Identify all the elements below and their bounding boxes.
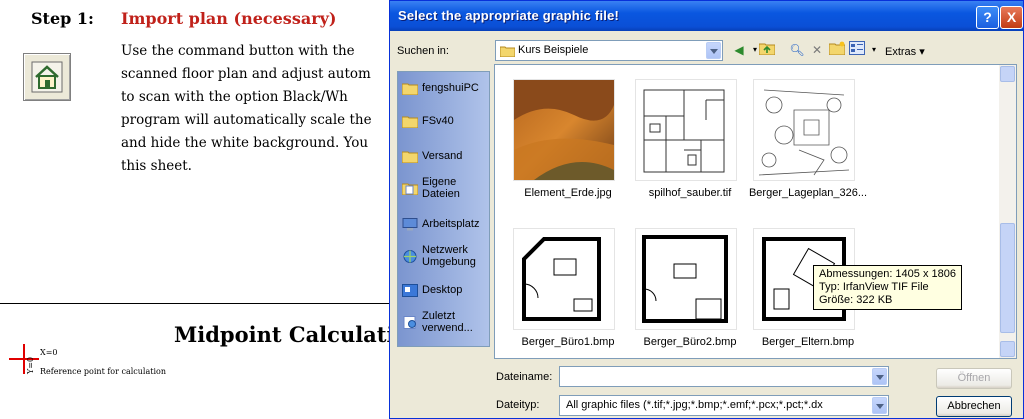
computer-icon [402, 218, 418, 231]
help-button[interactable]: ? [976, 6, 999, 29]
chevron-down-icon[interactable] [706, 42, 721, 59]
desktop-icon [402, 284, 418, 297]
step-body-line: program will automatically scale the [121, 112, 372, 128]
look-in-value: Kurs Beispiele [518, 44, 589, 56]
file-thumbnail [513, 79, 615, 181]
folder-icon [402, 83, 418, 95]
folder-icon [402, 116, 418, 128]
chevron-down-icon[interactable] [872, 397, 887, 414]
folder-icon [500, 46, 515, 57]
step-label: Step 1: [31, 9, 94, 28]
place-label: FSv40 [422, 115, 454, 127]
place-label: Zuletzt verwend... [422, 310, 473, 334]
step-body-line: Use the command button with the [121, 43, 355, 59]
views-dropdown-icon[interactable]: ▾ [865, 41, 883, 59]
file-name: Berger_Lageplan_326... [748, 187, 868, 199]
open-button[interactable]: Öffnen [936, 368, 1012, 389]
network-icon [403, 250, 417, 263]
filename-input[interactable] [559, 366, 889, 387]
import-plan-button[interactable] [23, 53, 71, 101]
filetype-value: All graphic files (*.tif;*.jpg;*.bmp;*.e… [566, 399, 823, 411]
file-name: Berger_Eltern.bmp [761, 336, 855, 348]
file-thumbnail [635, 79, 737, 181]
place-label: Eigene Dateien [422, 176, 460, 200]
place-label: Versand [422, 150, 463, 162]
step-body-line: and hide the white background. You [121, 135, 369, 151]
x-zero-label: X=0 [40, 348, 58, 357]
file-info-tooltip: Abmessungen: 1405 x 1806 Typ: IrfanView … [813, 265, 962, 310]
step-body-line: scanned floor plan and adjust autom [121, 66, 371, 82]
new-folder-icon[interactable] [828, 41, 846, 59]
up-folder-icon[interactable] [758, 41, 776, 59]
place-label: fengshuiPC [422, 82, 479, 94]
file-list[interactable]: Element_Erde.jpg spilhof_sauber.tif Berg… [494, 64, 1017, 359]
documents-icon [402, 183, 418, 195]
place-fsv40[interactable]: FSv40 [402, 115, 490, 129]
file-thumbnail [753, 79, 855, 181]
step-body-line: this sheet. [121, 158, 192, 174]
scroll-up-icon[interactable] [1000, 66, 1015, 82]
places-bar: fengshuiPC FSv40 Versand Eigene Dateien … [397, 71, 490, 347]
tooltip-size: Größe: 322 KB [819, 294, 893, 306]
reference-cross-v [23, 344, 25, 374]
step-body-line: to scan with the option Black/Wh [121, 89, 348, 105]
step-title: Import plan (necessary) [121, 9, 337, 28]
place-fengshuipc[interactable]: fengshuiPC [402, 82, 490, 96]
midpoint-title: Midpoint Calculati [174, 322, 395, 347]
file-name: spilhof_sauber.tif [648, 187, 732, 199]
file-open-dialog: Select the appropriate graphic file! ? X… [389, 0, 1024, 419]
place-label: Netzwerk Umgebung [422, 244, 476, 268]
views-icon[interactable] [848, 41, 866, 59]
extras-menu[interactable]: Extras ▾ [885, 45, 925, 58]
filetype-label: Dateityp: [496, 399, 540, 411]
delete-icon[interactable]: ✕ [808, 41, 826, 59]
file-name: Berger_Büro1.bmp [521, 336, 615, 348]
scroll-thumb[interactable] [1000, 223, 1015, 333]
file-thumbnail [635, 228, 737, 330]
place-zuletzt[interactable]: Zuletzt verwend... [402, 310, 490, 336]
tooltip-type: Typ: IrfanView TIF File [819, 281, 929, 293]
reference-text: Reference point for calculation [40, 367, 166, 376]
folder-icon [402, 151, 418, 163]
scroll-down-icon[interactable] [1000, 341, 1015, 357]
place-versand[interactable]: Versand [402, 150, 490, 164]
step-body: Use the command button with the scanned … [121, 40, 421, 178]
file-name: Berger_Büro2.bmp [643, 336, 737, 348]
place-desktop[interactable]: Desktop [402, 284, 490, 298]
section-divider [0, 303, 390, 304]
dialog-titlebar[interactable]: Select the appropriate graphic file! ? X [390, 1, 1023, 31]
place-netzwerk[interactable]: Netzwerk Umgebung [402, 244, 490, 270]
recent-icon [403, 316, 416, 329]
file-thumbnail [513, 228, 615, 330]
close-button[interactable]: X [1000, 6, 1023, 29]
tooltip-dimensions: Abmessungen: 1405 x 1806 [819, 268, 956, 280]
look-in-select[interactable]: Kurs Beispiele [495, 40, 723, 61]
filename-label: Dateiname: [496, 371, 553, 383]
search-web-icon[interactable]: 🔍︎ [788, 41, 806, 59]
filetype-select[interactable]: All graphic files (*.tif;*.jpg;*.bmp;*.e… [559, 395, 889, 416]
house-icon [31, 61, 63, 93]
file-name: Element_Erde.jpg [524, 187, 612, 199]
place-label: Arbeitsplatz [422, 218, 480, 230]
dialog-title: Select the appropriate graphic file! [398, 8, 620, 23]
extras-label: Extras [885, 46, 917, 58]
place-arbeitsplatz[interactable]: Arbeitsplatz [402, 218, 490, 232]
place-eigene-dateien[interactable]: Eigene Dateien [402, 176, 490, 202]
cancel-button[interactable]: Abbrechen [936, 396, 1012, 417]
y-zero-label: Y=0 [26, 356, 35, 374]
chevron-down-icon[interactable] [872, 368, 887, 385]
look-in-label: Suchen in: [397, 45, 449, 57]
vertical-scrollbar[interactable] [999, 65, 1016, 358]
place-label: Desktop [422, 284, 463, 296]
